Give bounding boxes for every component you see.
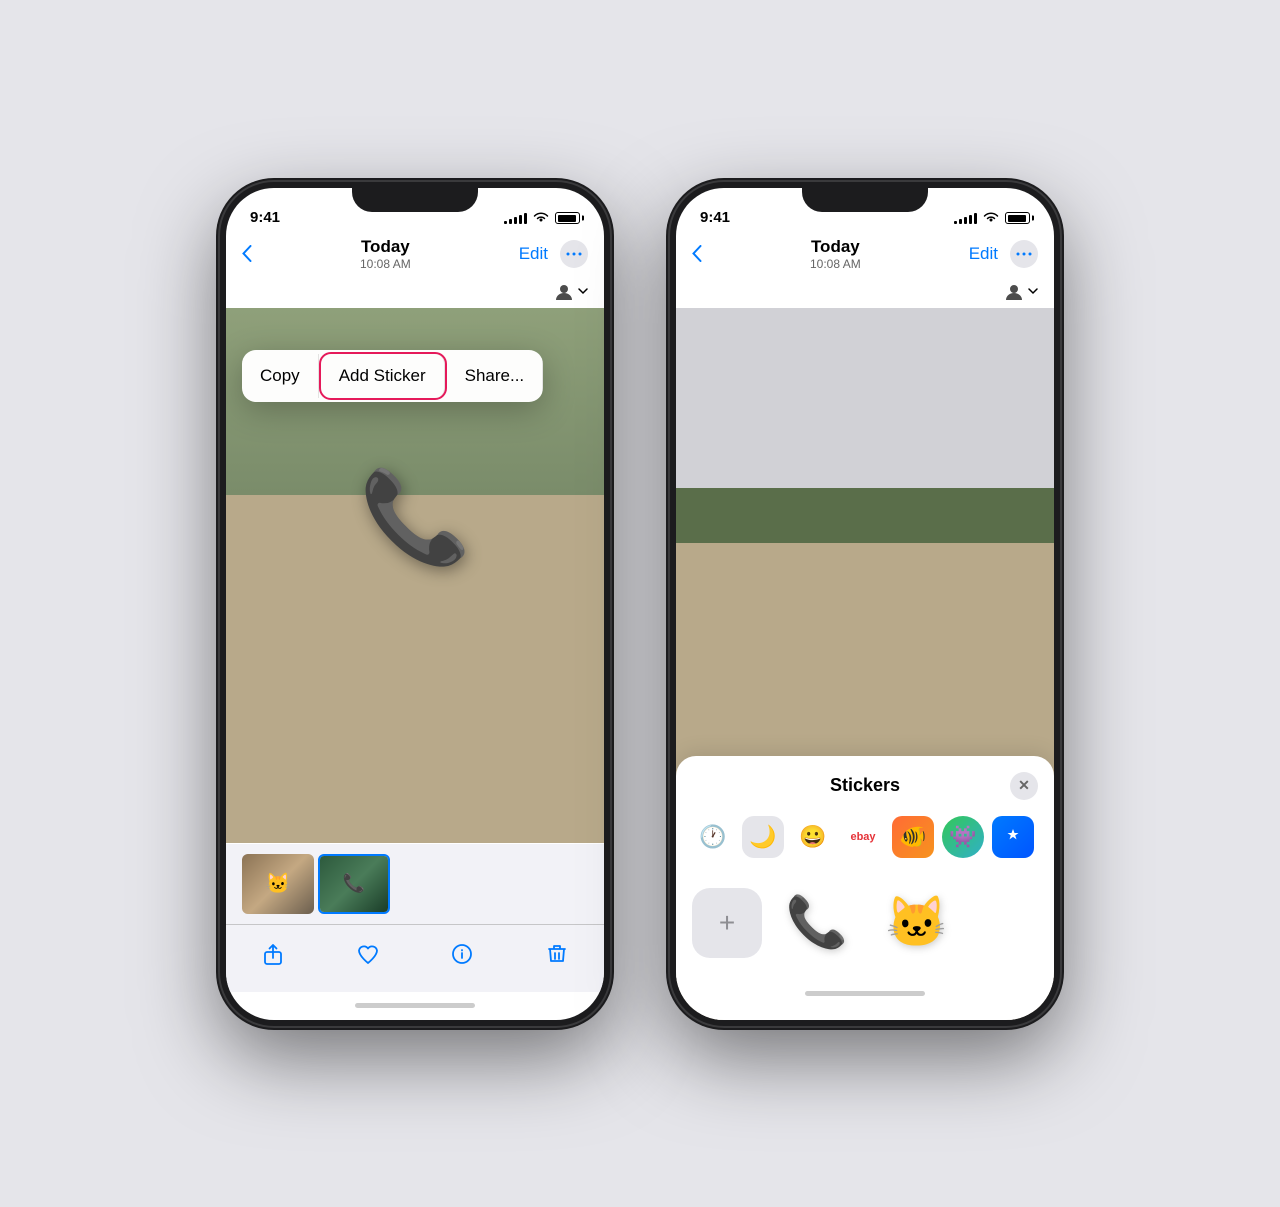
screen-left: 9:41 [226,188,604,1020]
stickers-panel: Stickers ✕ 🕐 🌙 😀 ebay 🐠 [676,756,1054,1020]
stickers-title: Stickers [720,775,1010,796]
notch-right [802,182,928,212]
sticker-phone[interactable]: 📞 [772,878,862,968]
phone-right: 9:41 [670,182,1060,1026]
category-fish[interactable]: 🐠 [892,816,934,858]
nav-subtitle-left: 10:08 AM [360,257,411,271]
nav-bar-left: Today 10:08 AM Edit [226,232,604,276]
share-button-left[interactable] [261,942,285,966]
more-button-right[interactable] [1010,240,1038,268]
category-memoji[interactable]: 🌙 [742,816,784,858]
category-appstore[interactable] [992,816,1034,858]
nav-center-left: Today 10:08 AM [360,237,411,271]
avatar-button-right[interactable] [1004,282,1038,302]
info-button-left[interactable] [450,942,474,966]
avatar-button-left[interactable] [554,282,588,302]
photo-wall-right [676,308,1054,488]
notch-left [352,182,478,212]
photo-area-left: 📞 Copy Add Sticker Share... [226,308,604,844]
thumbnail-cats[interactable]: 🐱 [242,854,314,914]
wifi-icon-right [983,211,999,226]
trash-button-left[interactable] [545,942,569,966]
status-icons-left [504,211,580,226]
signal-icon-right [954,212,977,224]
stickers-header: Stickers ✕ [692,772,1038,800]
fish-icon: 🐠 [892,816,934,858]
edit-button-right[interactable]: Edit [969,244,998,264]
desk-phone-image-left: 📞 [359,465,471,570]
nav-actions-left: Edit [519,240,588,268]
nav-actions-right: Edit [969,240,1038,268]
category-ebay[interactable]: ebay [842,816,884,858]
screen-right: 9:41 [676,188,1054,1020]
alien-icon: 👾 [942,816,984,858]
category-alien[interactable]: 👾 [942,816,984,858]
battery-icon-left [555,212,580,224]
add-icon: + [719,907,735,939]
wifi-icon-left [533,211,549,226]
context-copy[interactable]: Copy [242,354,319,398]
thumbnail-phone[interactable]: 📞 [318,854,390,914]
sticker-cat[interactable]: 🐱 [872,878,962,968]
nav-subtitle-right: 10:08 AM [810,257,861,271]
home-indicator-right [692,976,1038,1004]
category-recent[interactable]: 🕐 [692,816,734,858]
photo-desk-left: 📞 [226,495,604,843]
stickers-categories: 🕐 🌙 😀 ebay 🐠 👾 [692,812,1038,862]
heart-button-left[interactable] [356,942,380,966]
photo-dark-strip-right [676,488,1054,543]
avatar-row-left [226,276,604,308]
toolbar-left [226,924,604,992]
nav-center-right: Today 10:08 AM [810,237,861,271]
time-right: 9:41 [700,209,730,226]
photo-area-right: Stickers ✕ 🕐 🌙 😀 ebay 🐠 [676,308,1054,1020]
back-button-left[interactable] [242,245,252,262]
back-button-right[interactable] [692,245,702,262]
category-emoji[interactable]: 😀 [792,816,834,858]
add-sticker-button[interactable]: + [692,888,762,958]
thumbnails-bar-left: 🐱 📞 [226,844,604,924]
context-menu: Copy Add Sticker Share... [242,350,543,402]
appstore-icon [992,816,1034,858]
cat-sticker-image: 🐱 [886,893,948,952]
more-button-left[interactable] [560,240,588,268]
phone-sticker-image: 📞 [786,893,848,952]
stickers-grid: + 📞 🐱 [692,874,1038,976]
phone-left: 9:41 [220,182,610,1026]
nav-bar-right: Today 10:08 AM Edit [676,232,1054,276]
context-share[interactable]: Share... [447,354,544,398]
home-bar-left [355,1003,475,1008]
thumbnail-cats-image: 🐱 [242,854,314,914]
home-bar-right [805,991,925,996]
status-icons-right [954,211,1030,226]
stickers-close-button[interactable]: ✕ [1010,772,1038,800]
content-left: 📞 Copy Add Sticker Share... 🐱 📞 [226,308,604,1020]
avatar-row-right [676,276,1054,308]
context-add-sticker[interactable]: Add Sticker [321,354,445,398]
signal-icon-left [504,212,527,224]
time-left: 9:41 [250,209,280,226]
battery-icon-right [1005,212,1030,224]
edit-button-left[interactable]: Edit [519,244,548,264]
nav-title-right: Today [810,237,861,257]
nav-title-left: Today [360,237,411,257]
ebay-label: ebay [850,831,875,843]
thumbnail-phone-image: 📞 [320,856,388,912]
home-indicator-left [226,992,604,1020]
